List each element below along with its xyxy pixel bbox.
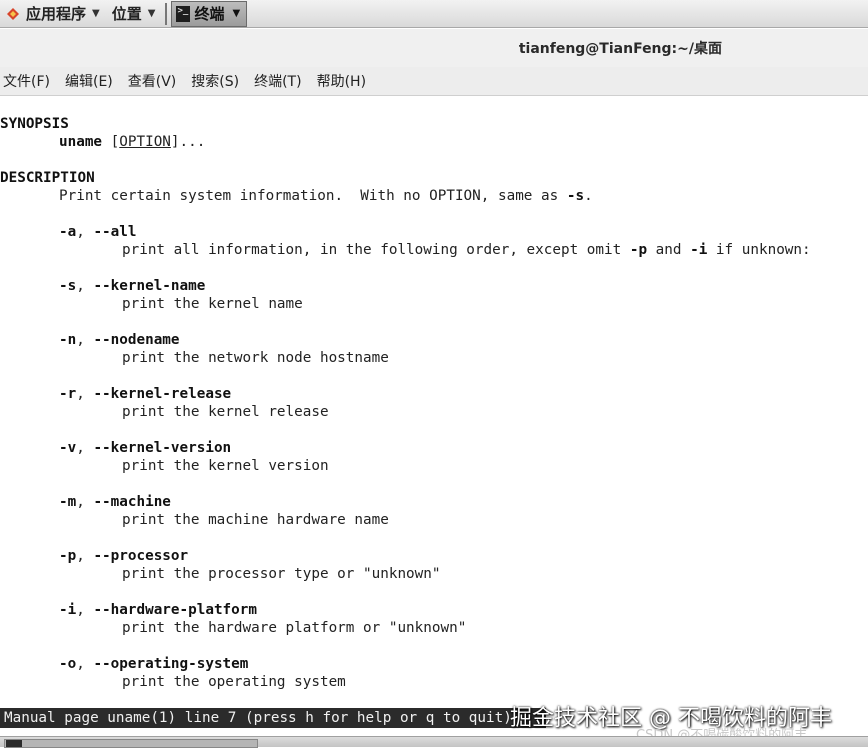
option-description: print the operating system — [122, 673, 346, 691]
menu-bar: 文件(F) 编辑(E) 查看(V) 搜索(S) 终端(T) 帮助(H) — [0, 67, 868, 96]
synopsis-option: OPTION — [119, 134, 171, 150]
option-sep: , — [76, 548, 94, 564]
chevron-down-icon: ▼ — [147, 8, 156, 19]
menu-search[interactable]: 搜索(S) — [188, 71, 247, 91]
option-long: --processor — [93, 548, 189, 564]
option-long: --all — [93, 224, 137, 240]
synopsis-bracket: [ — [102, 134, 120, 150]
option-sep: , — [76, 278, 94, 294]
terminal-task-label: 终端 — [194, 5, 225, 23]
option-sep: , — [76, 494, 94, 510]
terminal-icon: >_ — [176, 5, 191, 22]
option-flags: -o, --operating-system — [59, 655, 248, 673]
applications-label: 应用程序 — [26, 5, 87, 23]
applications-icon — [7, 7, 19, 20]
places-label: 位置 — [111, 5, 142, 23]
option-short: -v — [59, 440, 77, 456]
option-long: --kernel-release — [93, 386, 232, 402]
description-text: Print certain system information. With n… — [59, 188, 567, 204]
chevron-down-icon: ▼ — [232, 8, 241, 19]
option-desc-flag: -i — [690, 242, 708, 258]
option-long: --hardware-platform — [93, 602, 257, 618]
terminal-icon — [6, 740, 22, 747]
bottom-panel — [0, 736, 868, 748]
option-description: print all information, in the following … — [122, 241, 811, 259]
option-desc-text: print the operating system — [122, 674, 346, 690]
option-short: -o — [59, 656, 77, 672]
option-flags: -n, --nodename — [59, 331, 180, 349]
option-desc-text: print the network node hostname — [122, 350, 389, 366]
top-panel: 应用程序 ▼ 位置 ▼ >_ 终端 ▼ — [0, 0, 868, 28]
option-sep: , — [76, 386, 94, 402]
option-short: -m — [59, 494, 77, 510]
option-long: --operating-system — [93, 656, 249, 672]
terminal-output[interactable]: SYNOPSIS uname [OPTION]... DESCRIPTION P… — [0, 97, 868, 708]
window-title: tianfeng@TianFeng:~/桌面 — [518, 41, 722, 57]
description-end: . — [584, 188, 593, 204]
option-sep: , — [76, 440, 94, 456]
option-long: --kernel-version — [93, 440, 232, 456]
menu-terminal[interactable]: 终端(T) — [251, 71, 309, 91]
option-desc-text: print the processor type or "unknown" — [122, 566, 441, 582]
menu-file[interactable]: 文件(F) — [0, 71, 58, 91]
menu-view[interactable]: 查看(V) — [125, 71, 185, 91]
option-short: -a — [59, 224, 77, 240]
option-description: print the processor type or "unknown" — [122, 565, 440, 583]
option-flags: -r, --kernel-release — [59, 385, 231, 403]
option-desc-tail: if unknown: — [707, 242, 811, 258]
description-text-line: Print certain system information. With n… — [59, 187, 593, 205]
option-short: -r — [59, 386, 77, 402]
chevron-down-icon: ▼ — [92, 8, 100, 19]
option-flags: -i, --hardware-platform — [59, 601, 257, 619]
synopsis-rest: ]... — [170, 134, 206, 150]
option-long: --machine — [93, 494, 171, 510]
option-sep: , — [76, 602, 94, 618]
terminal-task-button[interactable]: >_ 终端 ▼ — [171, 0, 248, 27]
places-menu[interactable]: 位置 ▼ — [106, 0, 162, 28]
option-flags: -p, --processor — [59, 547, 188, 565]
option-short: -i — [59, 602, 77, 618]
option-sep: , — [76, 656, 94, 672]
option-desc-text: print the kernel release — [122, 404, 329, 420]
option-desc-text: print the kernel name — [122, 296, 303, 312]
option-description: print the kernel name — [122, 295, 303, 313]
option-description: print the kernel release — [122, 403, 329, 421]
option-desc-text: print the machine hardware name — [122, 512, 389, 528]
option-short: -p — [59, 548, 77, 564]
option-sep: , — [76, 224, 94, 240]
synopsis-line: uname [OPTION]... — [59, 133, 205, 151]
option-short: -s — [59, 278, 77, 294]
window-title-bar[interactable]: tianfeng@TianFeng:~/桌面 — [0, 29, 868, 67]
menu-help[interactable]: 帮助(H) — [314, 71, 374, 91]
option-desc-text: print the kernel version — [122, 458, 329, 474]
option-desc-text: print the hardware platform or "unknown" — [122, 620, 467, 636]
option-description: print the hardware platform or "unknown" — [122, 619, 466, 637]
option-sep: , — [76, 332, 94, 348]
option-flags: -s, --kernel-name — [59, 277, 205, 295]
option-description: print the network node hostname — [122, 349, 389, 367]
option-long: --kernel-name — [93, 278, 206, 294]
panel-separator — [165, 2, 168, 25]
option-flags: -v, --kernel-version — [59, 439, 231, 457]
description-heading: DESCRIPTION — [0, 170, 95, 186]
applications-menu[interactable]: 应用程序 ▼ — [0, 0, 106, 28]
option-long: --nodename — [93, 332, 180, 348]
synopsis-heading: SYNOPSIS — [0, 116, 69, 132]
option-desc-text: print all information, in the following … — [122, 242, 630, 258]
option-desc-flag: -p — [629, 242, 648, 258]
pager-status: Manual page uname(1) line 7 (press h for… — [0, 708, 546, 728]
description-flag: -s — [566, 188, 585, 204]
option-flags: -a, --all — [59, 223, 136, 241]
synopsis-command: uname — [59, 134, 103, 150]
menu-edit[interactable]: 编辑(E) — [62, 71, 121, 91]
option-desc-and: and — [647, 242, 691, 258]
option-short: -n — [59, 332, 77, 348]
option-description: print the machine hardware name — [122, 511, 389, 529]
option-description: print the kernel version — [122, 457, 329, 475]
option-flags: -m, --machine — [59, 493, 171, 511]
